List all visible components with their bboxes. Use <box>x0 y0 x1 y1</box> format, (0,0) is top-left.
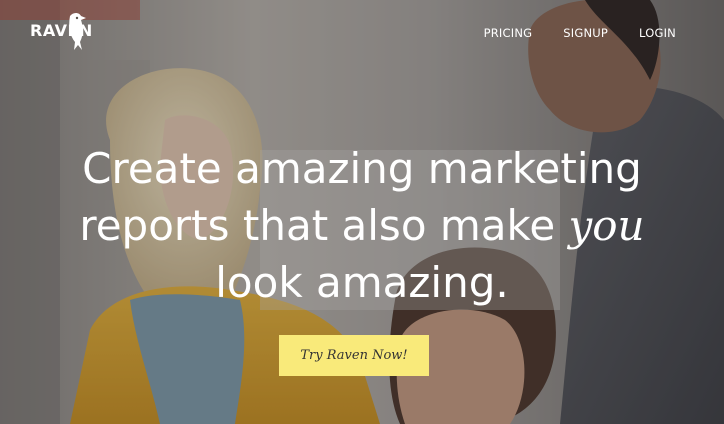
brand-logo[interactable]: RAVEN <box>30 12 92 52</box>
hero-section: RAVEN PRICING SIGNUP LOGIN Create amazin… <box>0 0 724 424</box>
raven-bird-icon <box>69 13 86 50</box>
nav-link-pricing[interactable]: PRICING <box>484 26 533 40</box>
hero-headline: Create amazing marketing reports that al… <box>40 140 684 311</box>
nav-link-signup[interactable]: SIGNUP <box>563 26 608 40</box>
hero-headline-line2: reports that also make <box>79 201 569 250</box>
hero-headline-emphasis: you <box>568 201 645 250</box>
hero-headline-line1: Create amazing marketing <box>82 144 642 193</box>
nav-link-login[interactable]: LOGIN <box>639 26 676 40</box>
nav-links: PRICING SIGNUP LOGIN <box>484 26 676 40</box>
top-nav: RAVEN PRICING SIGNUP LOGIN <box>0 0 724 66</box>
hero-headline-line3: look amazing. <box>215 258 509 307</box>
try-raven-button[interactable]: Try Raven Now! <box>279 335 429 376</box>
